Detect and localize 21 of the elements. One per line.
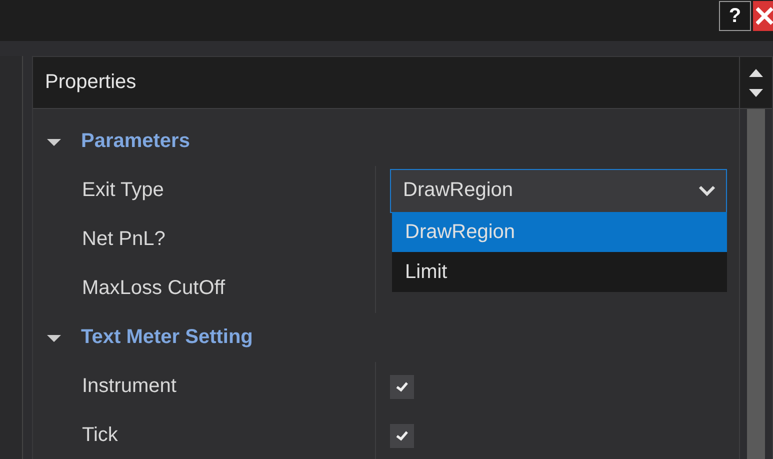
scrollbar-thumb[interactable] bbox=[747, 109, 765, 459]
property-name: Exit Type bbox=[81, 179, 165, 202]
property-name: Net PnL? bbox=[81, 228, 166, 251]
chevron-down-icon bbox=[698, 184, 716, 196]
dropdown-option[interactable]: DrawRegion bbox=[392, 212, 727, 252]
scroll-up-icon[interactable] bbox=[749, 68, 763, 76]
scroll-down-icon[interactable] bbox=[749, 88, 763, 96]
close-button[interactable] bbox=[753, 1, 773, 31]
exit-type-dropdown[interactable]: DrawRegion bbox=[390, 168, 727, 212]
checkbox[interactable] bbox=[390, 424, 414, 448]
property-name: MaxLoss CutOff bbox=[81, 277, 226, 300]
check-icon bbox=[396, 430, 408, 440]
help-button[interactable]: ? bbox=[719, 1, 751, 31]
close-icon bbox=[756, 6, 773, 26]
category-title: Parameters bbox=[81, 130, 190, 153]
panel-title: Properties bbox=[44, 71, 138, 94]
category-title: Text Meter Setting bbox=[81, 326, 253, 349]
checkbox[interactable] bbox=[390, 374, 414, 398]
property-name: Tick bbox=[81, 424, 119, 447]
property-name: Instrument bbox=[81, 375, 178, 398]
check-icon bbox=[396, 382, 408, 392]
